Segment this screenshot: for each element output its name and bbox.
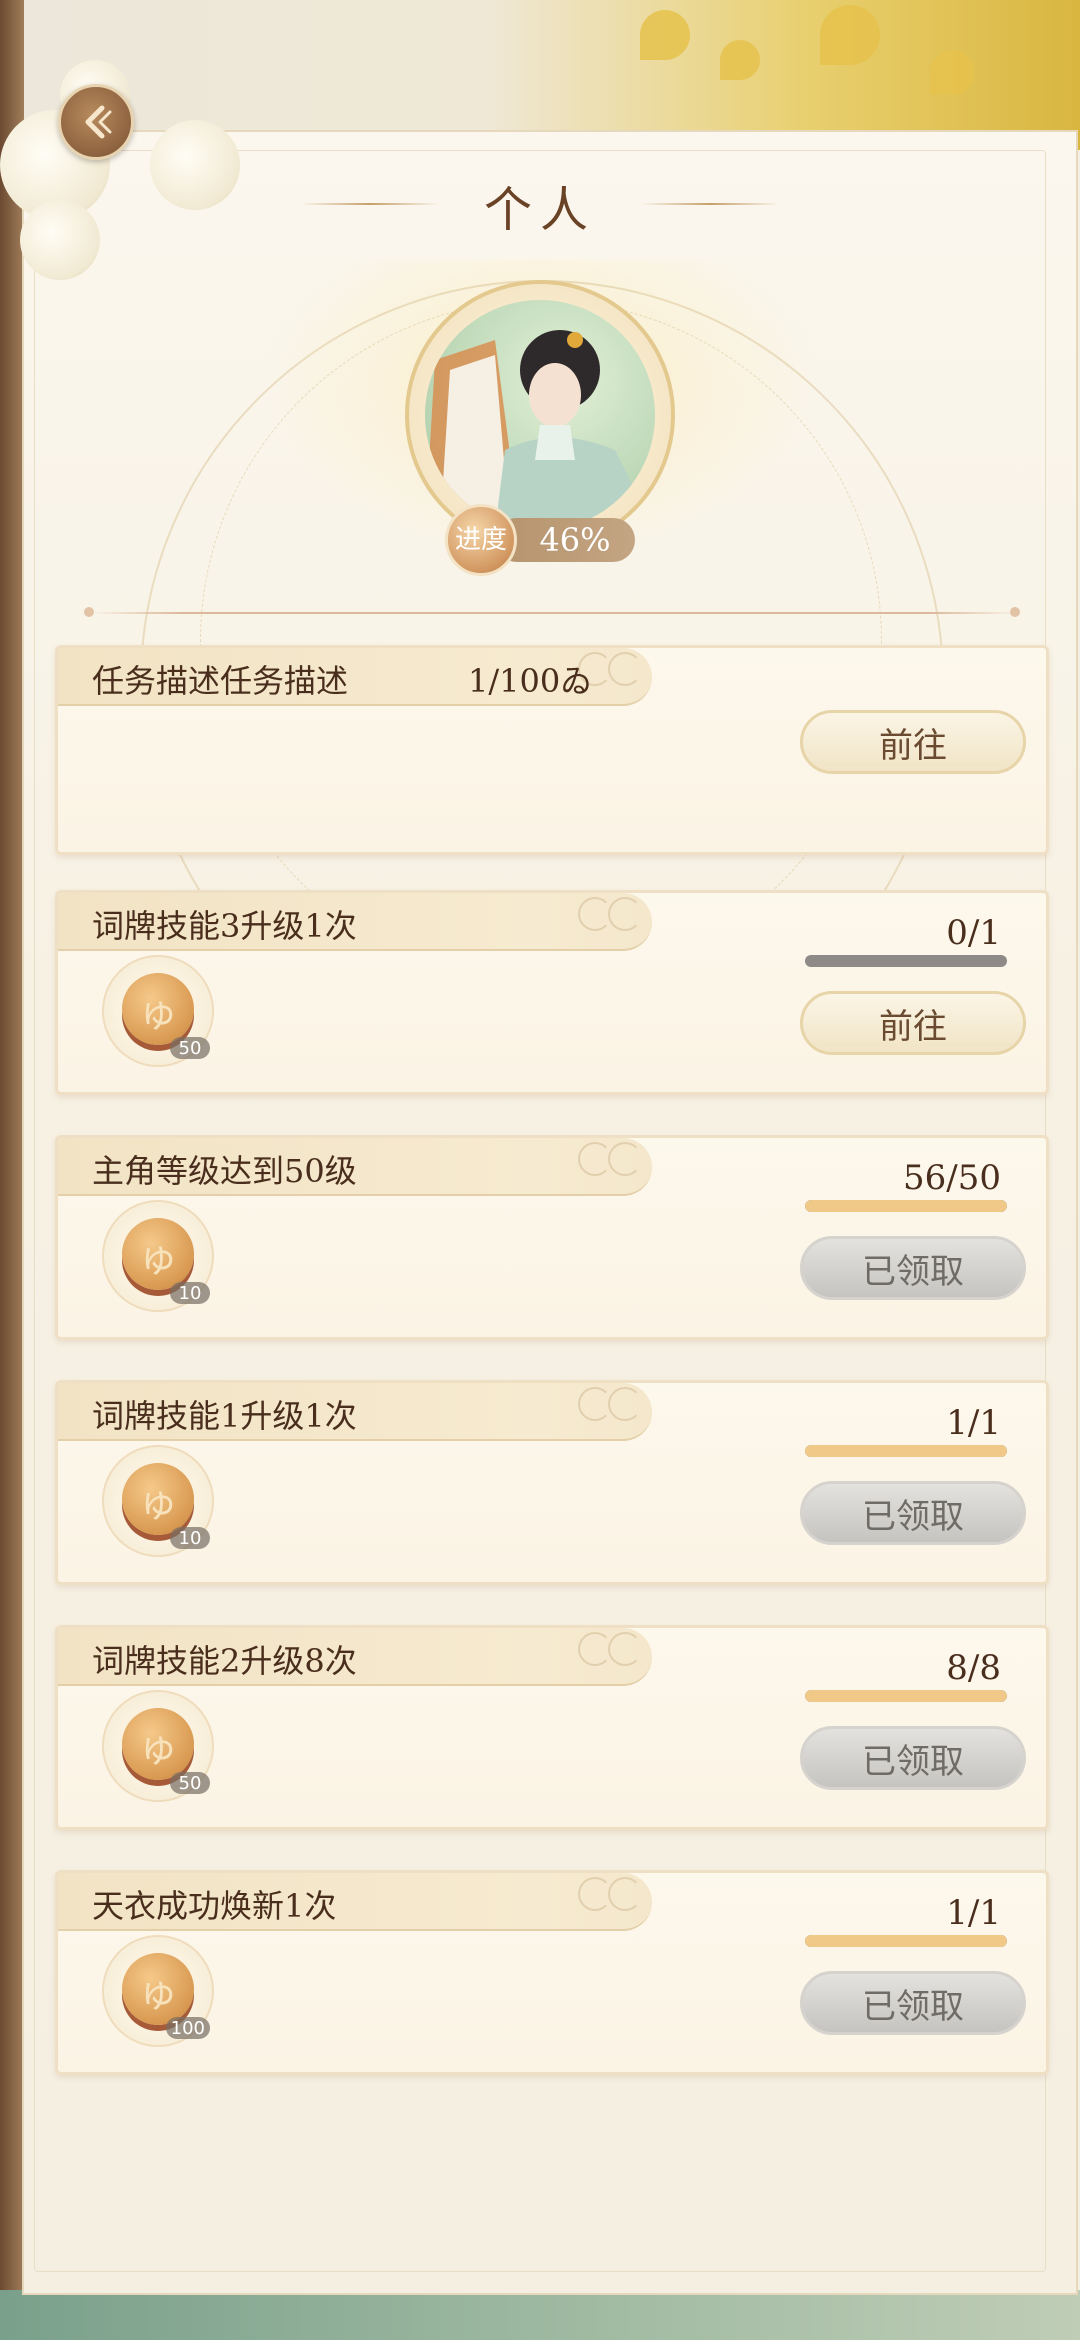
claimed-button[interactable]: 已领取: [800, 1726, 1026, 1790]
title-ornament: [300, 203, 440, 205]
back-button[interactable]: [58, 84, 134, 160]
task-progress-text: 1/100ゐ: [468, 662, 593, 700]
cloud-ornament-icon: [608, 897, 642, 931]
task-title: 主角等级达到50级: [92, 1152, 357, 1190]
task-progress-bar: [805, 1935, 1007, 1947]
task-card: 词牌技能3升级1次 0/1 ゅ 50 前往: [55, 890, 1049, 1095]
coin-icon: ゅ: [122, 1218, 194, 1290]
claimed-button[interactable]: 已领取: [800, 1971, 1026, 2035]
flower-icon: [150, 120, 240, 210]
task-progress-bar: [805, 1690, 1007, 1702]
cloud-ornament-icon: [578, 1142, 612, 1176]
go-button[interactable]: 前往: [800, 991, 1026, 1055]
reward-item[interactable]: ゅ 100: [102, 1935, 214, 2047]
progress-badge: 进度: [445, 504, 517, 576]
task-card: 任务描述任务描述 1/100ゐ前往: [55, 645, 1049, 855]
cloud-ornament-icon: [608, 652, 642, 686]
task-title: 任务描述任务描述: [92, 662, 349, 700]
task-card: 词牌技能2升级8次 8/8 ゅ 50 已领取: [55, 1625, 1049, 1830]
task-progress-bar: [805, 1445, 1007, 1457]
cloud-ornament-icon: [608, 1877, 642, 1911]
task-title: 词牌技能2升级8次: [92, 1642, 357, 1680]
reward-amount: 100: [165, 2017, 210, 2039]
go-button[interactable]: 前往: [800, 710, 1026, 774]
task-progress-fill: [805, 1935, 1007, 1947]
page-title: 个人: [483, 182, 596, 238]
task-count: 1/1: [946, 1893, 1001, 1933]
task-count: 1/1: [946, 1403, 1001, 1443]
leaf-icon: [930, 50, 975, 95]
bottom-background: [0, 2290, 1080, 2340]
task-count: 0/1: [946, 913, 1001, 953]
reward-item[interactable]: ゅ 50: [102, 1690, 214, 1802]
cloud-ornament-icon: [608, 1387, 642, 1421]
cloud-ornament-icon: [578, 1632, 612, 1666]
task-title: 天衣成功焕新1次: [92, 1887, 337, 1925]
cloud-ornament-icon: [578, 897, 612, 931]
task-card: 天衣成功焕新1次 1/1 ゅ 100 已领取: [55, 1870, 1049, 2075]
leaf-icon: [820, 5, 880, 65]
left-border: [0, 0, 24, 2340]
task-card: 词牌技能1升级1次 1/1 ゅ 10 已领取: [55, 1380, 1049, 1585]
character-portrait: [425, 300, 655, 530]
task-progress-fill: [805, 1690, 1007, 1702]
reward-amount: 50: [170, 1772, 210, 1794]
cloud-ornament-icon: [608, 1142, 642, 1176]
reward-item[interactable]: ゅ 10: [102, 1200, 214, 1312]
coin-icon: ゅ: [122, 1953, 194, 2025]
back-arrow-icon: [85, 105, 112, 139]
page-title-bar: 个人: [300, 165, 780, 245]
reward-item[interactable]: ゅ 10: [102, 1445, 214, 1557]
cloud-ornament-icon: [578, 1387, 612, 1421]
flower-icon: [20, 200, 100, 280]
character-illustration: [425, 330, 655, 530]
cloud-ornament-icon: [578, 1877, 612, 1911]
divider-ornament: [84, 607, 94, 617]
cloud-ornament-icon: [608, 1632, 642, 1666]
task-count: 8/8: [946, 1648, 1001, 1688]
task-progress-bar: [805, 955, 1007, 967]
leaf-icon: [640, 10, 690, 60]
top-background: [0, 0, 1080, 150]
reward-amount: 50: [170, 1037, 210, 1059]
coin-icon: ゅ: [122, 973, 194, 1045]
task-progress-fill: [805, 1445, 1007, 1457]
divider-ornament: [1010, 607, 1020, 617]
task-progress-bar: [805, 1200, 1007, 1212]
task-title: 词牌技能3升级1次: [92, 907, 357, 945]
overall-progress: 46% 进度: [445, 504, 645, 576]
section-divider: [90, 612, 1020, 614]
task-progress-fill: [805, 1200, 1007, 1212]
reward-amount: 10: [170, 1282, 210, 1304]
coin-icon: ゅ: [122, 1463, 194, 1535]
task-card: 主角等级达到50级 56/50 ゅ 10 已领取: [55, 1135, 1049, 1340]
coin-icon: ゅ: [122, 1708, 194, 1780]
task-title: 词牌技能1升级1次: [92, 1397, 357, 1435]
leaf-icon: [720, 40, 760, 80]
title-ornament: [640, 203, 780, 205]
reward-amount: 10: [170, 1527, 210, 1549]
task-count: 56/50: [903, 1158, 1001, 1198]
claimed-button[interactable]: 已领取: [800, 1481, 1026, 1545]
claimed-button[interactable]: 已领取: [800, 1236, 1026, 1300]
reward-item[interactable]: ゅ 50: [102, 955, 214, 1067]
